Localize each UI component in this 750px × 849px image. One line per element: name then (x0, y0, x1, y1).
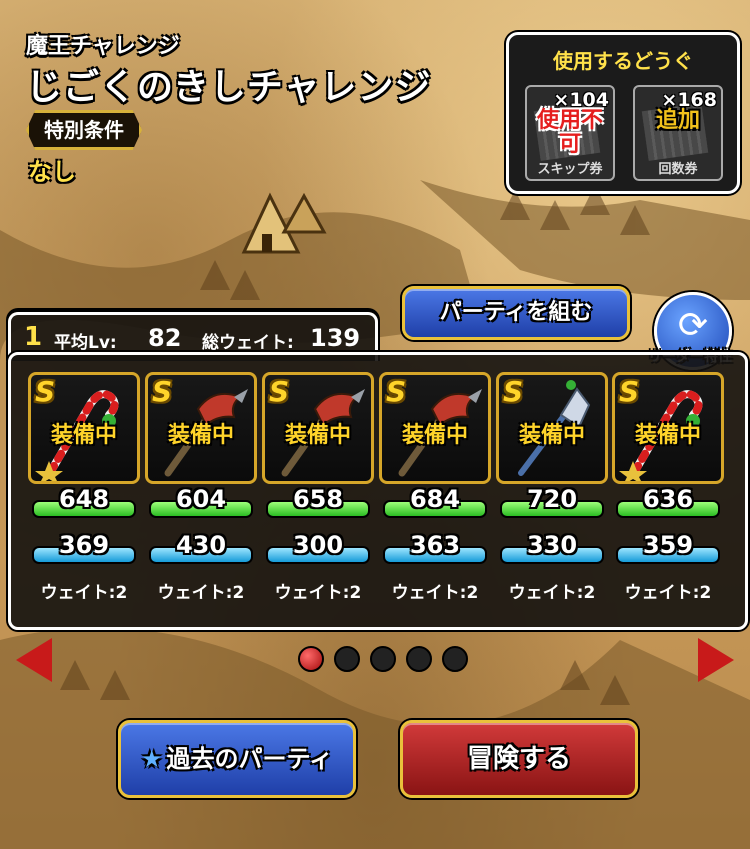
hp-value: 604 (175, 485, 227, 513)
hp-value: 684 (409, 485, 461, 513)
rank-badge: S (152, 375, 173, 408)
hp-bar: 636 (616, 485, 720, 518)
hp-value: 658 (292, 485, 344, 513)
adventure-button[interactable]: 冒険する (400, 720, 638, 798)
member-card[interactable]: S 装備中 (496, 372, 608, 484)
hp-bar: 684 (383, 485, 487, 518)
party-number: 1 (24, 322, 43, 352)
party-member: S 装備中 636 359 ウェイト:2 (612, 372, 724, 603)
previous-party-arrow-icon[interactable] (16, 638, 52, 682)
extra-ticket-status: 追加 (655, 108, 700, 133)
page-dot[interactable] (442, 646, 468, 672)
mp-value: 359 (642, 531, 694, 559)
rank-badge: S (35, 375, 56, 408)
hp-bar: 658 (266, 485, 370, 518)
build-party-button[interactable]: パーティを組む (402, 286, 630, 340)
hp-bar: 720 (500, 485, 604, 518)
party-member: S 装備中 720 330 ウェイト:2 (496, 372, 608, 603)
average-level-value: 82 (148, 324, 182, 352)
average-level-label: 平均Lv: (54, 333, 117, 353)
mp-value: 330 (526, 531, 578, 559)
mp-bar: 430 (149, 531, 253, 564)
skip-ticket-tool[interactable]: ×104 使用不可 スキップ券 (525, 85, 615, 181)
equip-status: 装備中 (634, 423, 701, 448)
member-card[interactable]: S 装備中 (612, 372, 724, 484)
party-member: S 装備中 648 369 ウェイト:2 (28, 372, 140, 603)
pyramid-icon (241, 192, 327, 254)
page-dot[interactable] (370, 646, 396, 672)
member-weight: ウェイト:2 (508, 583, 596, 603)
mp-bar: 330 (500, 531, 604, 564)
skip-ticket-status: 使用不可 (536, 108, 603, 157)
rank-badge: S (269, 375, 290, 408)
mp-value: 369 (58, 531, 110, 559)
next-party-arrow-icon[interactable] (698, 638, 734, 682)
hp-value: 720 (526, 485, 578, 513)
member-weight: ウェイト:2 (40, 583, 128, 603)
equip-status: 装備中 (401, 423, 468, 448)
member-weight: ウェイト:2 (274, 583, 362, 603)
party-page-indicator (298, 646, 468, 672)
hp-bar: 648 (32, 485, 136, 518)
star-icon: ★ (140, 745, 163, 773)
special-condition-badge: 特別条件 (26, 110, 142, 150)
equip-status: 装備中 (50, 423, 117, 448)
party-member: S 装備中 604 430 ウェイト:2 (145, 372, 257, 603)
party-member: S 装備中 658 300 ウェイト:2 (262, 372, 374, 603)
total-weight-label: 総ウェイト: (202, 333, 294, 353)
rank-badge: S (503, 375, 524, 408)
mp-bar: 300 (266, 531, 370, 564)
special-condition-value: なし (28, 158, 76, 186)
total-weight-value: 139 (310, 324, 361, 352)
past-party-button[interactable]: ★ 過去のパーティ (118, 720, 356, 798)
member-card[interactable]: S 装備中 (379, 372, 491, 484)
page-dot[interactable] (334, 646, 360, 672)
past-party-label: 過去のパーティ (166, 745, 334, 773)
extra-ticket-name: 回数券 (658, 162, 698, 177)
member-card[interactable]: S 装備中 (145, 372, 257, 484)
mp-bar: 369 (32, 531, 136, 564)
member-weight: ウェイト:2 (391, 583, 479, 603)
mp-bar: 363 (383, 531, 487, 564)
page-dot[interactable] (298, 646, 324, 672)
equip-status: 装備中 (167, 423, 234, 448)
equip-status: 装備中 (284, 423, 351, 448)
challenge-subtitle: 魔王チャレンジ (26, 34, 180, 59)
extra-ticket-tool[interactable]: ×168 追加 回数券 (633, 85, 723, 181)
member-card[interactable]: S 装備中 (28, 372, 140, 484)
mp-bar: 359 (616, 531, 720, 564)
rank-badge: S (619, 375, 640, 408)
mp-value: 430 (175, 531, 227, 559)
tools-title: 使用するどうぐ (553, 49, 693, 73)
challenge-title: じごくのきしチャレンジ (26, 67, 432, 108)
rank-badge: S (386, 375, 407, 408)
skip-ticket-name: スキップ券 (537, 162, 603, 177)
member-weight: ウェイト:2 (624, 583, 712, 603)
member-weight: ウェイト:2 (157, 583, 245, 603)
party-member: S 装備中 684 363 ウェイト:2 (379, 372, 491, 603)
equip-status: 装備中 (518, 423, 585, 448)
tools-panel: 使用するどうぐ ×104 使用不可 スキップ券 ×168 追加 回数券 (506, 32, 740, 194)
hp-bar: 604 (149, 485, 253, 518)
mp-value: 363 (409, 531, 461, 559)
hp-value: 636 (642, 485, 694, 513)
member-card[interactable]: S 装備中 (262, 372, 374, 484)
refresh-icon: ⟳ (677, 305, 709, 346)
page-dot[interactable] (406, 646, 432, 672)
hp-value: 648 (58, 485, 110, 513)
mp-value: 300 (292, 531, 344, 559)
